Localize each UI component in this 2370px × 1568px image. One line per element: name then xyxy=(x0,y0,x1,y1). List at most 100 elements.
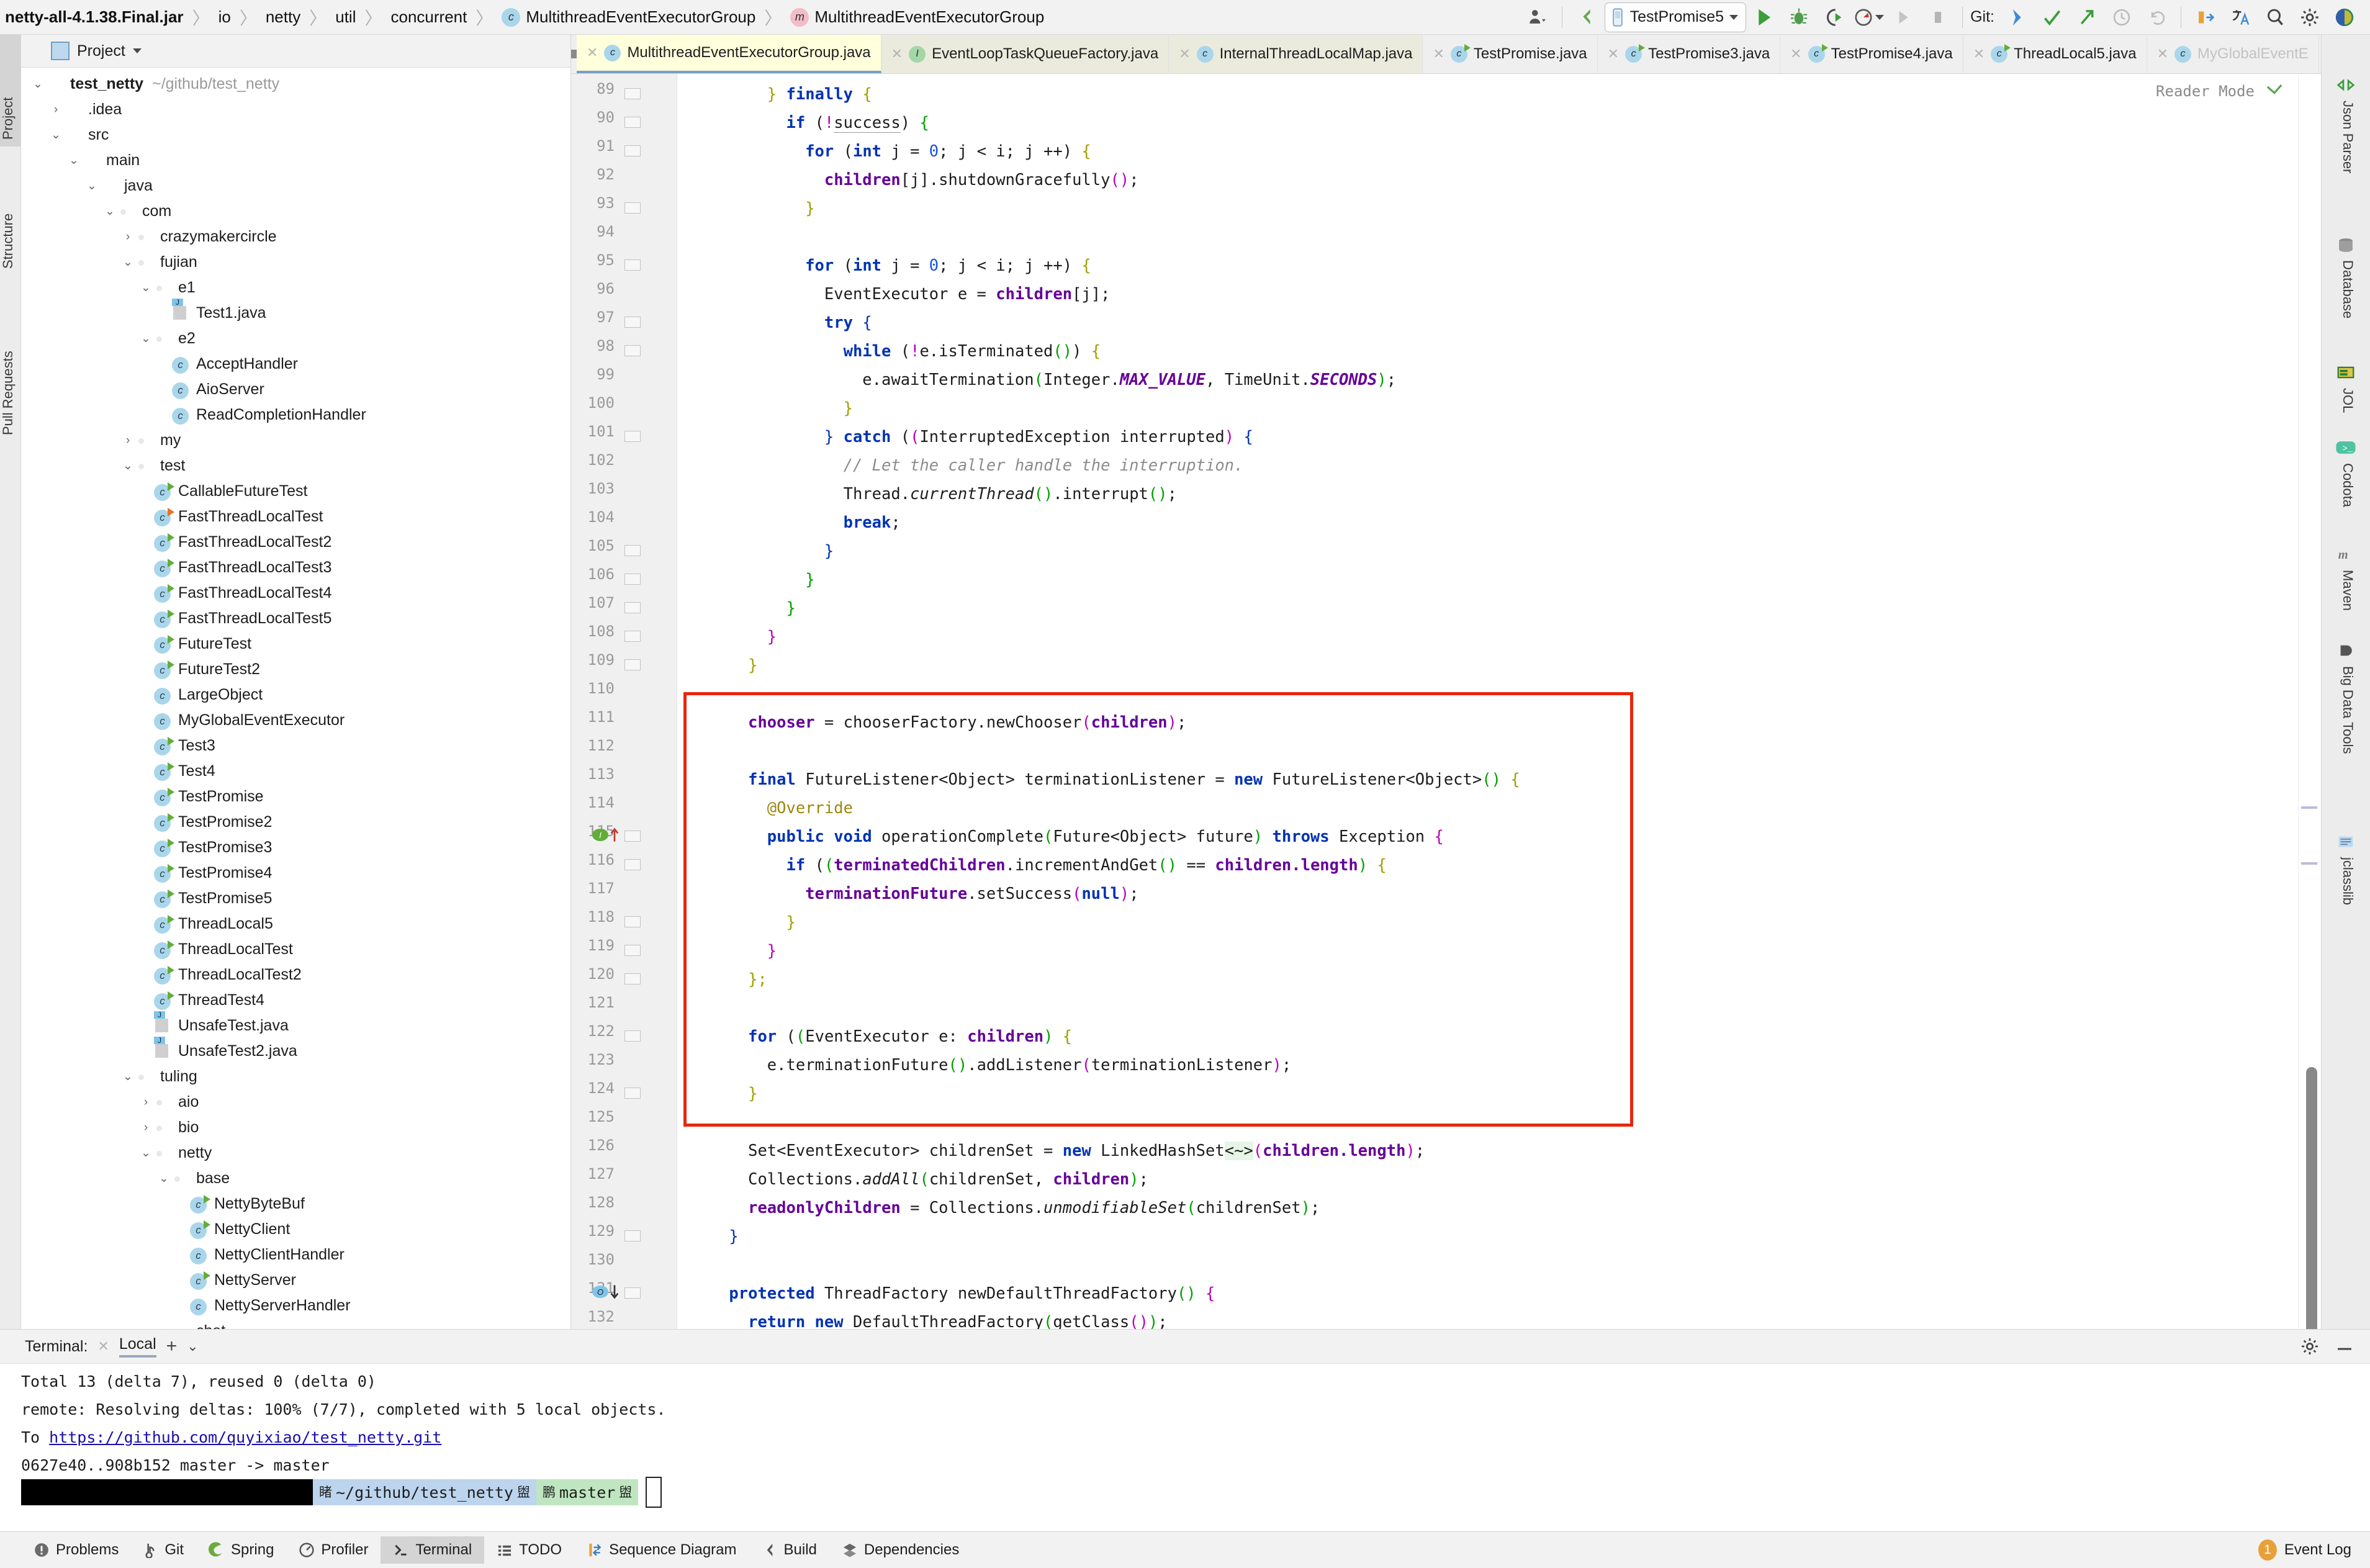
git-push-icon[interactable] xyxy=(2070,3,2104,32)
breadcrumb-item[interactable]: util xyxy=(335,7,356,27)
code-fold-icon[interactable] xyxy=(624,545,641,556)
terminal-prompt[interactable]: 睹 ~/github/test_netty 盥 鹏 master 盥 xyxy=(21,1477,2370,1508)
event-log-button[interactable]: Event Log xyxy=(2284,1541,2351,1559)
code-fold-icon[interactable] xyxy=(624,631,641,642)
code-fold-icon[interactable] xyxy=(624,973,641,985)
tree-node[interactable]: c TestPromise4 xyxy=(21,860,570,886)
tree-node[interactable]: c FutureTest xyxy=(21,631,570,657)
code-fold-icon[interactable] xyxy=(624,1230,641,1241)
status-bar-item-todo[interactable]: TODO xyxy=(484,1536,574,1564)
minimize-icon[interactable] xyxy=(2335,1337,2354,1356)
translate-icon[interactable] xyxy=(2224,3,2257,32)
code-fold-icon[interactable] xyxy=(624,859,641,870)
status-bar-item-profiler[interactable]: Profiler xyxy=(286,1536,381,1564)
tree-node[interactable]: › my xyxy=(21,428,570,453)
tree-node[interactable]: ⌄ test_netty ~/github/test_netty xyxy=(21,71,570,97)
tree-node[interactable]: c TestPromise5 xyxy=(21,886,570,911)
editor-tab[interactable]: ✕ c MultithreadEventExecutorGroup.java xyxy=(577,35,881,73)
status-bar-item-git[interactable]: Git xyxy=(131,1536,196,1564)
code-fold-icon[interactable] xyxy=(624,259,641,271)
tool-tab-big-data-tools[interactable]: Big Data Tools xyxy=(2322,638,2370,822)
tree-node[interactable]: J Test1.java xyxy=(21,298,570,326)
status-bar-item-problems[interactable]: Problems xyxy=(21,1536,131,1564)
terminal-output[interactable]: Total 13 (delta 7), reused 0 (delta 0) r… xyxy=(0,1364,2370,1531)
chevron-down-icon[interactable]: ⌄ xyxy=(156,1173,172,1184)
chevron-down-icon[interactable]: ⌄ xyxy=(48,129,64,141)
code-fold-icon[interactable] xyxy=(624,945,641,956)
close-icon[interactable]: ✕ xyxy=(587,45,598,61)
close-icon[interactable]: ✕ xyxy=(2157,46,2168,62)
tree-node[interactable]: ⌄ com xyxy=(21,199,570,224)
tree-node[interactable]: c Test4 xyxy=(21,759,570,784)
tree-node[interactable]: c NettyByteBuf xyxy=(21,1191,570,1217)
tool-tab-maven[interactable]: m Maven xyxy=(2322,541,2370,631)
code-fold-icon[interactable] xyxy=(624,145,641,156)
chevron-down-icon[interactable]: ⌄ xyxy=(120,1071,136,1083)
tree-node[interactable]: c FastThreadLocalTest3 xyxy=(21,555,570,580)
breadcrumb-item[interactable]: c MultithreadEventExecutorGroup xyxy=(502,7,755,27)
tool-tab-structure[interactable]: Structure xyxy=(0,151,20,276)
tree-node[interactable]: c AioServer xyxy=(21,377,570,402)
tree-node[interactable]: c FastThreadLocalTest4 xyxy=(21,580,570,606)
tree-node[interactable]: c TestPromise xyxy=(21,784,570,809)
profile-button[interactable] xyxy=(1852,3,1885,32)
editor-tab[interactable]: ✕ c TestPromise.java xyxy=(1423,35,1598,73)
git-commit-icon[interactable] xyxy=(2035,3,2069,32)
status-bar-item-sequence-diagram[interactable]: Sequence Diagram xyxy=(574,1536,749,1564)
code-fold-icon[interactable] xyxy=(624,202,641,214)
status-bar-item-terminal[interactable]: Terminal xyxy=(381,1536,485,1564)
editor-tab[interactable]: ✕ c ThreadLocal5.java xyxy=(1963,35,2147,73)
editor-tab[interactable]: ✕ c InternalThreadLocalMap.java xyxy=(1169,35,1423,73)
tool-tab-jclasslib[interactable]: jclasslib xyxy=(2322,829,2370,961)
tool-tab-database[interactable]: Database xyxy=(2322,232,2370,353)
tool-tab-pull-requests[interactable]: Pull Requests xyxy=(0,281,20,442)
editor-tab[interactable]: ✕ c TestPromise4.java xyxy=(1780,35,1963,73)
breadcrumb-item[interactable]: netty-all-4.1.38.Final.jar xyxy=(5,7,184,27)
overridden-method-icon[interactable]: O xyxy=(592,1284,620,1299)
add-terminal-icon[interactable]: + xyxy=(166,1336,178,1357)
close-icon[interactable]: ✕ xyxy=(97,1338,109,1354)
debug-button[interactable] xyxy=(1782,3,1816,32)
close-icon[interactable]: ✕ xyxy=(1608,46,1619,62)
chevron-down-icon[interactable]: ⌄ xyxy=(138,333,154,345)
editor-tab[interactable]: ✕ I EventLoopTaskQueueFactory.java xyxy=(881,35,1169,73)
chevron-down-icon[interactable] xyxy=(132,48,142,53)
editor-tab[interactable]: ✕ c MyGlobalEventE xyxy=(2147,35,2319,73)
tool-tab-project[interactable]: Project xyxy=(0,35,20,146)
breadcrumb-item[interactable]: io xyxy=(219,7,231,27)
close-icon[interactable]: ✕ xyxy=(891,46,903,62)
project-tree[interactable]: ⌄ test_netty ~/github/test_netty › .idea ⌄ src… xyxy=(21,68,570,1329)
editor-scrollbar[interactable] xyxy=(2306,1067,2317,1329)
tree-node[interactable]: J UnsafeTest2.java xyxy=(21,1036,570,1064)
status-bar-item-build[interactable]: Build xyxy=(749,1536,829,1564)
tree-node[interactable]: ⌄ main xyxy=(21,148,570,173)
chevron-right-icon[interactable]: › xyxy=(120,230,136,244)
tree-node[interactable]: ⌄ tuling xyxy=(21,1064,570,1089)
compare-icon[interactable] xyxy=(2189,3,2222,32)
status-bar-item-spring[interactable]: Spring xyxy=(196,1536,286,1564)
breadcrumb-item[interactable]: netty xyxy=(266,7,300,27)
chevron-down-icon[interactable]: ⌄ xyxy=(102,205,118,217)
run-configuration-selector[interactable]: TestPromise5 xyxy=(1604,2,1747,32)
tree-node[interactable]: ⌄ e1 xyxy=(21,275,570,300)
tree-node[interactable]: c FastThreadLocalTest xyxy=(21,504,570,529)
tree-node[interactable]: c CallableFutureTest xyxy=(21,479,570,504)
chevron-down-icon[interactable]: ⌄ xyxy=(187,1338,198,1354)
code-fold-icon[interactable] xyxy=(624,88,641,99)
tool-tab-jol[interactable]: JOL xyxy=(2322,359,2370,428)
status-bar-item-dependencies[interactable]: Dependencies xyxy=(829,1536,971,1564)
tree-node[interactable]: ⌄ src xyxy=(21,122,570,148)
tree-node[interactable]: ⌄ e2 xyxy=(21,326,570,351)
tree-node[interactable]: c ReadCompletionHandler xyxy=(21,402,570,428)
tree-node[interactable]: c ThreadTest4 xyxy=(21,988,570,1013)
tree-node[interactable]: c NettyServer xyxy=(21,1268,570,1293)
code-fold-icon[interactable] xyxy=(624,916,641,927)
chevron-down-icon[interactable]: ⌄ xyxy=(120,460,136,472)
tree-node[interactable]: c MyGlobalEventExecutor xyxy=(21,708,570,733)
chevron-right-icon[interactable]: › xyxy=(138,1121,154,1135)
tree-node[interactable]: › chat xyxy=(21,1318,570,1329)
tree-node[interactable]: ⌄ netty xyxy=(21,1140,570,1166)
code-fold-icon[interactable] xyxy=(624,1088,641,1099)
chevron-down-icon[interactable]: ⌄ xyxy=(66,155,82,166)
implemented-method-icon[interactable]: I xyxy=(592,827,620,842)
